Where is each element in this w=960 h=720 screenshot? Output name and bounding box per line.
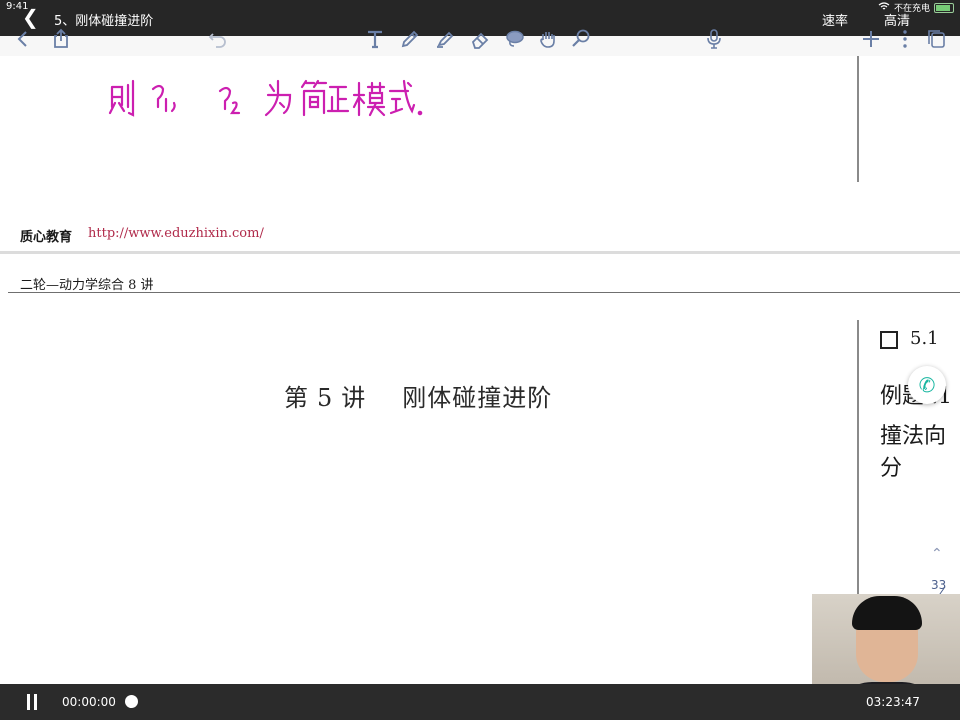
current-time: 00:00:00 (62, 695, 116, 709)
undo-icon[interactable] (205, 24, 231, 54)
page-up-chevron-icon[interactable]: ⌃ (931, 546, 943, 562)
pause-icon[interactable] (26, 694, 38, 710)
section-number: 5.1 (910, 328, 939, 349)
title-main: 刚体碰撞进阶 (402, 384, 553, 412)
header-rule (8, 292, 960, 293)
total-time: 03:23:47 (866, 695, 920, 709)
title-prefix: 第 (284, 384, 309, 412)
note-toolbar (0, 28, 960, 56)
page-current: 33 (931, 578, 947, 592)
text-tool-icon[interactable] (362, 24, 388, 54)
page-separator (0, 251, 960, 254)
share-icon[interactable] (48, 24, 74, 54)
footer-brand: 质心教育 (20, 230, 73, 245)
handwritten-note (108, 73, 428, 118)
playback-bar: 00:00:00 03:23:47 (0, 684, 960, 720)
pen-icon[interactable] (397, 24, 423, 54)
footer-url[interactable]: http://www.eduzhixin.com/ (88, 226, 264, 241)
eraser-icon[interactable] (467, 24, 493, 54)
phone-call-icon[interactable]: ✆ (908, 366, 946, 404)
back-icon[interactable] (10, 24, 36, 54)
title-suffix: 讲 (341, 384, 367, 412)
hand-icon[interactable] (535, 24, 561, 54)
title-number: 5 (317, 384, 334, 412)
section-checkbox-icon (880, 331, 898, 349)
more-icon[interactable] (892, 24, 918, 54)
battery-icon (934, 2, 954, 13)
seek-slider-knob[interactable] (125, 695, 138, 708)
magnifier-icon[interactable] (568, 24, 594, 54)
highlighter-icon[interactable] (432, 24, 458, 54)
microphone-icon[interactable] (701, 24, 727, 54)
page-margin-rule (857, 56, 859, 182)
playback-speed-button[interactable]: 速率 (822, 10, 848, 29)
pages-icon[interactable] (924, 24, 950, 54)
page-header: 二轮—动力学综合 8 讲 (20, 278, 154, 293)
add-icon[interactable] (858, 24, 884, 54)
lasso-icon[interactable] (502, 24, 528, 54)
collision-text: 撞法向分 (880, 424, 947, 481)
lecture-title: 第 5 讲 刚体碰撞进阶 (284, 378, 552, 413)
